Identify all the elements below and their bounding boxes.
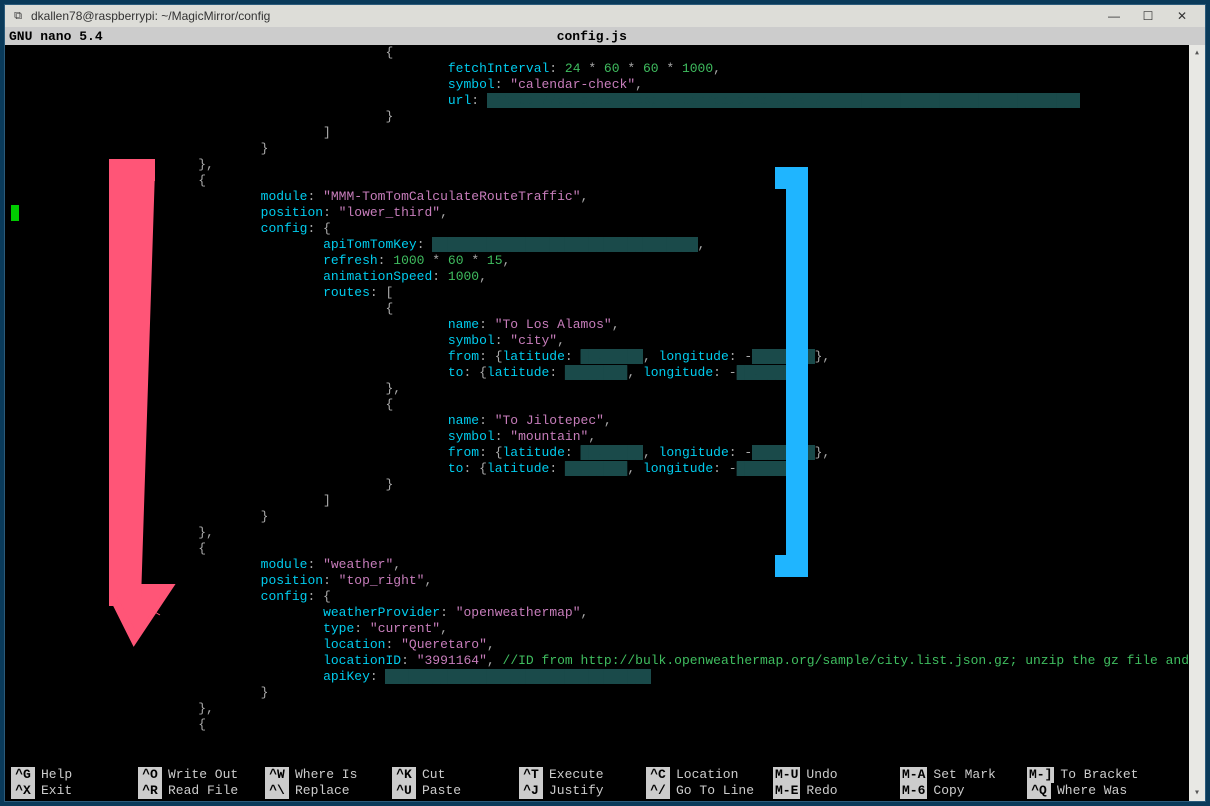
terminal-window: ⧉ dkallen78@raspberrypi: ~/MagicMirror/c… <box>4 4 1206 802</box>
shortcut-key: ^O <box>138 767 162 783</box>
nano-filename: config.js <box>103 29 1081 44</box>
shortcut-item: ^Q Where Was <box>1027 783 1154 799</box>
shortcut-key: ^G <box>11 767 35 783</box>
shortcut-item: ^\ Replace <box>265 783 392 799</box>
shortcut-label: Set Mark <box>933 767 995 783</box>
shortcut-label: Help <box>41 767 72 783</box>
scroll-down-icon[interactable]: ▾ <box>1189 785 1205 801</box>
minimize-button[interactable]: — <box>1097 6 1131 26</box>
shortcut-label: Paste <box>422 783 461 799</box>
shortcut-item: ^K Cut <box>392 767 519 783</box>
shortcut-label: Cut <box>422 767 445 783</box>
shortcut-item: M-] To Bracket <box>1027 767 1154 783</box>
shortcut-key: ^K <box>392 767 416 783</box>
shortcut-label: Read File <box>168 783 238 799</box>
shortcut-label: Undo <box>806 767 837 783</box>
shortcut-row-2: ^X Exit ^R Read File ^\ Replace ^U Paste ^J Justi… <box>11 783 1183 799</box>
shortcut-item: ^G Help <box>11 767 138 783</box>
shortcut-item: ^U Paste <box>392 783 519 799</box>
shortcut-key: ^T <box>519 767 543 783</box>
nano-header: GNU nano 5.4 config.js <box>5 27 1205 45</box>
shortcut-item: ^T Execute <box>519 767 646 783</box>
shortcut-key: ^C <box>646 767 670 783</box>
window-titlebar[interactable]: ⧉ dkallen78@raspberrypi: ~/MagicMirror/c… <box>5 5 1205 27</box>
shortcut-label: Exit <box>41 783 72 799</box>
shortcut-item: M-U Undo <box>773 767 900 783</box>
shortcut-label: Justify <box>549 783 604 799</box>
nano-app: GNU nano 5.4 <box>9 29 103 44</box>
shortcut-item: ^R Read File <box>138 783 265 799</box>
editor-area[interactable]: { fetchInterval: 24 * 60 * 60 * 1000, sy… <box>5 45 1189 765</box>
shortcut-key: M-U <box>773 767 800 783</box>
maximize-button[interactable]: ☐ <box>1131 6 1165 26</box>
shortcut-key: ^X <box>11 783 35 799</box>
shortcut-item: M-A Set Mark <box>900 767 1027 783</box>
shortcut-item: ^/ Go To Line <box>646 783 773 799</box>
shortcut-key: ^W <box>265 767 289 783</box>
shortcut-key: ^J <box>519 783 543 799</box>
shortcut-item: ^J Justify <box>519 783 646 799</box>
nano-shortcuts: ^G Help ^O Write Out ^W Where Is ^K Cut ^T Execut… <box>5 765 1189 801</box>
shortcut-item: ^X Exit <box>11 783 138 799</box>
shortcut-key: ^U <box>392 783 416 799</box>
shortcut-label: Location <box>676 767 738 783</box>
shortcut-label: Redo <box>806 783 837 799</box>
shortcut-label: Where Was <box>1057 783 1127 799</box>
shortcut-key: M-] <box>1027 767 1054 783</box>
shortcut-key: M-A <box>900 767 927 783</box>
shortcut-label: Write Out <box>168 767 238 783</box>
shortcut-label: Execute <box>549 767 604 783</box>
shortcut-key: M-6 <box>900 783 927 799</box>
window-title: dkallen78@raspberrypi: ~/MagicMirror/con… <box>31 9 270 23</box>
shortcut-item: M-6 Copy <box>900 783 1027 799</box>
scroll-up-icon[interactable]: ▴ <box>1189 45 1205 61</box>
shortcut-label: To Bracket <box>1060 767 1138 783</box>
shortcut-key: ^R <box>138 783 162 799</box>
shortcut-item: ^W Where Is <box>265 767 392 783</box>
shortcut-key: M-E <box>773 783 800 799</box>
shortcut-key: ^/ <box>646 783 670 799</box>
shortcut-row-1: ^G Help ^O Write Out ^W Where Is ^K Cut ^T Execut… <box>11 767 1183 783</box>
shortcut-item: M-E Redo <box>773 783 900 799</box>
shortcut-label: Where Is <box>295 767 357 783</box>
shortcut-label: Go To Line <box>676 783 754 799</box>
shortcut-label: Copy <box>933 783 964 799</box>
vertical-scrollbar[interactable]: ▴ ▾ <box>1189 45 1205 801</box>
close-button[interactable]: ✕ <box>1165 6 1199 26</box>
putty-icon: ⧉ <box>11 9 25 23</box>
shortcut-item: ^C Location <box>646 767 773 783</box>
shortcut-key: ^\ <box>265 783 289 799</box>
shortcut-key: ^Q <box>1027 783 1051 799</box>
shortcut-label: Replace <box>295 783 350 799</box>
shortcut-item: ^O Write Out <box>138 767 265 783</box>
cursor-marker <box>11 205 19 221</box>
